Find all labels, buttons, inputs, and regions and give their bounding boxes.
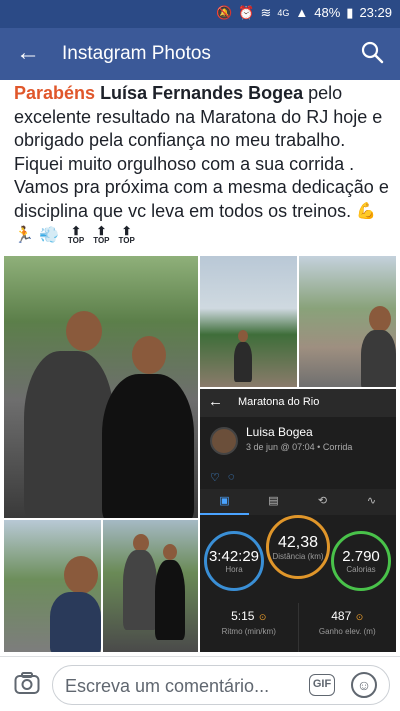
status-icons: 🔕 ⏰ ≋ 4G ▲ 48% ▮ 23:29 <box>216 5 392 21</box>
wifi-icon: ≋ <box>260 5 272 20</box>
running-app-screenshot[interactable]: ← Maratona do Rio Luisa Bogea 3 de jun @… <box>200 389 396 652</box>
caption-text: pelo excelente resultado na Maratona do … <box>14 83 389 221</box>
app-tabs: ▣ ▤ ⟲ ∿ <box>200 489 396 515</box>
activity-title: Maratona do Rio <box>238 396 320 408</box>
status-bar: 🔕 ⏰ ≋ 4G ▲ 48% ▮ 23:29 <box>0 0 400 28</box>
distance-value: 42,38 <box>277 533 319 551</box>
elevation-value: 487 <box>331 609 352 623</box>
pace-icon: ⊙ <box>258 612 267 622</box>
clock: 23:29 <box>359 5 392 20</box>
pace-value: 5:15 <box>231 609 255 623</box>
network-type: 4G <box>277 8 290 18</box>
photo-collage: ← Maratona do Rio Luisa Bogea 3 de jun @… <box>4 256 396 652</box>
photo-runner-beach[interactable] <box>299 256 396 387</box>
dash-icon: 💨 <box>38 227 59 244</box>
back-arrow-icon[interactable]: ← <box>16 40 44 68</box>
battery-icon: ▮ <box>346 5 354 20</box>
top-badge-icon: ⬆ TOP <box>67 224 85 246</box>
elevation-icon: ⊙ <box>355 612 364 622</box>
comment-icon: ◌ <box>228 471 235 483</box>
battery-level: 48% <box>314 5 341 20</box>
alarm-icon: ⏰ <box>238 5 255 20</box>
pace-label: Ritmo (min/km) <box>221 627 276 636</box>
calories-ring: 2.790 Calorias <box>331 531 391 591</box>
photo-runners[interactable] <box>4 256 198 518</box>
photo-selfie[interactable] <box>4 520 101 652</box>
athlete-name: Luisa Bogea <box>246 425 313 439</box>
post-caption: Parabéns Luísa Fernandes Bogea pelo exce… <box>14 82 392 248</box>
app-bar: ← Instagram Photos <box>0 28 400 80</box>
activity-date: 3 de jun @ 07:04 • Corrida <box>246 442 353 452</box>
comment-placeholder: Escreva um comentário... <box>65 676 270 696</box>
elevation-stat: 487 ⊙ Ganho elev. (m) <box>299 603 397 652</box>
details-tab-icon: ▤ <box>268 495 279 507</box>
runner-icon: 🏃 <box>14 227 34 244</box>
elevation-label: Ganho elev. (m) <box>318 627 376 636</box>
photo-group[interactable] <box>103 520 198 652</box>
top-badge-icon: ⬆ TOP <box>118 224 135 246</box>
emoji-icon[interactable]: ☺ <box>351 672 377 698</box>
gif-button[interactable]: GIF <box>309 674 335 696</box>
caption-highlight: Parabéns <box>14 83 96 103</box>
app-back-arrow-icon: ← <box>208 393 223 410</box>
chart-tab-icon: ∿ <box>366 495 377 507</box>
activity-stats: 5:15 ⊙ Ritmo (min/km) 487 ⊙ Ganho elev. … <box>200 603 396 652</box>
distance-label: Distância (km) <box>272 551 324 561</box>
heart-icon: ♡ <box>210 472 220 484</box>
mute-icon: 🔕 <box>216 5 233 20</box>
comment-input[interactable]: Escreva um comentário... GIF ☺ <box>52 665 390 705</box>
tagged-name[interactable]: Luísa Fernandes Bogea <box>100 83 303 103</box>
avatar <box>210 427 238 455</box>
time-value: 3:42:29 <box>208 548 260 565</box>
page-title: Instagram Photos <box>62 43 211 64</box>
time-label: Hora <box>225 565 243 574</box>
flexed-biceps-icon: 💪 <box>356 203 377 220</box>
photo-runner-track[interactable] <box>200 256 297 387</box>
camera-icon[interactable] <box>14 671 40 695</box>
calories-label: Calorias <box>346 565 376 574</box>
app-header: ← Maratona do Rio <box>200 389 396 417</box>
top-badge-icon: ⬆ TOP <box>93 224 110 246</box>
summary-tab-icon: ▣ <box>200 489 249 515</box>
calories-value: 2.790 <box>342 548 380 565</box>
search-icon[interactable] <box>360 40 386 66</box>
distance-ring: 42,38 Distância (km) <box>266 515 330 579</box>
signal-icon: ▲ <box>295 5 309 20</box>
comment-composer: Escreva um comentário... GIF ☺ <box>0 656 400 711</box>
laps-tab-icon: ⟲ <box>317 495 328 507</box>
time-ring: 3:42:29 Hora <box>204 531 264 591</box>
pace-stat: 5:15 ⊙ Ritmo (min/km) <box>200 603 299 652</box>
